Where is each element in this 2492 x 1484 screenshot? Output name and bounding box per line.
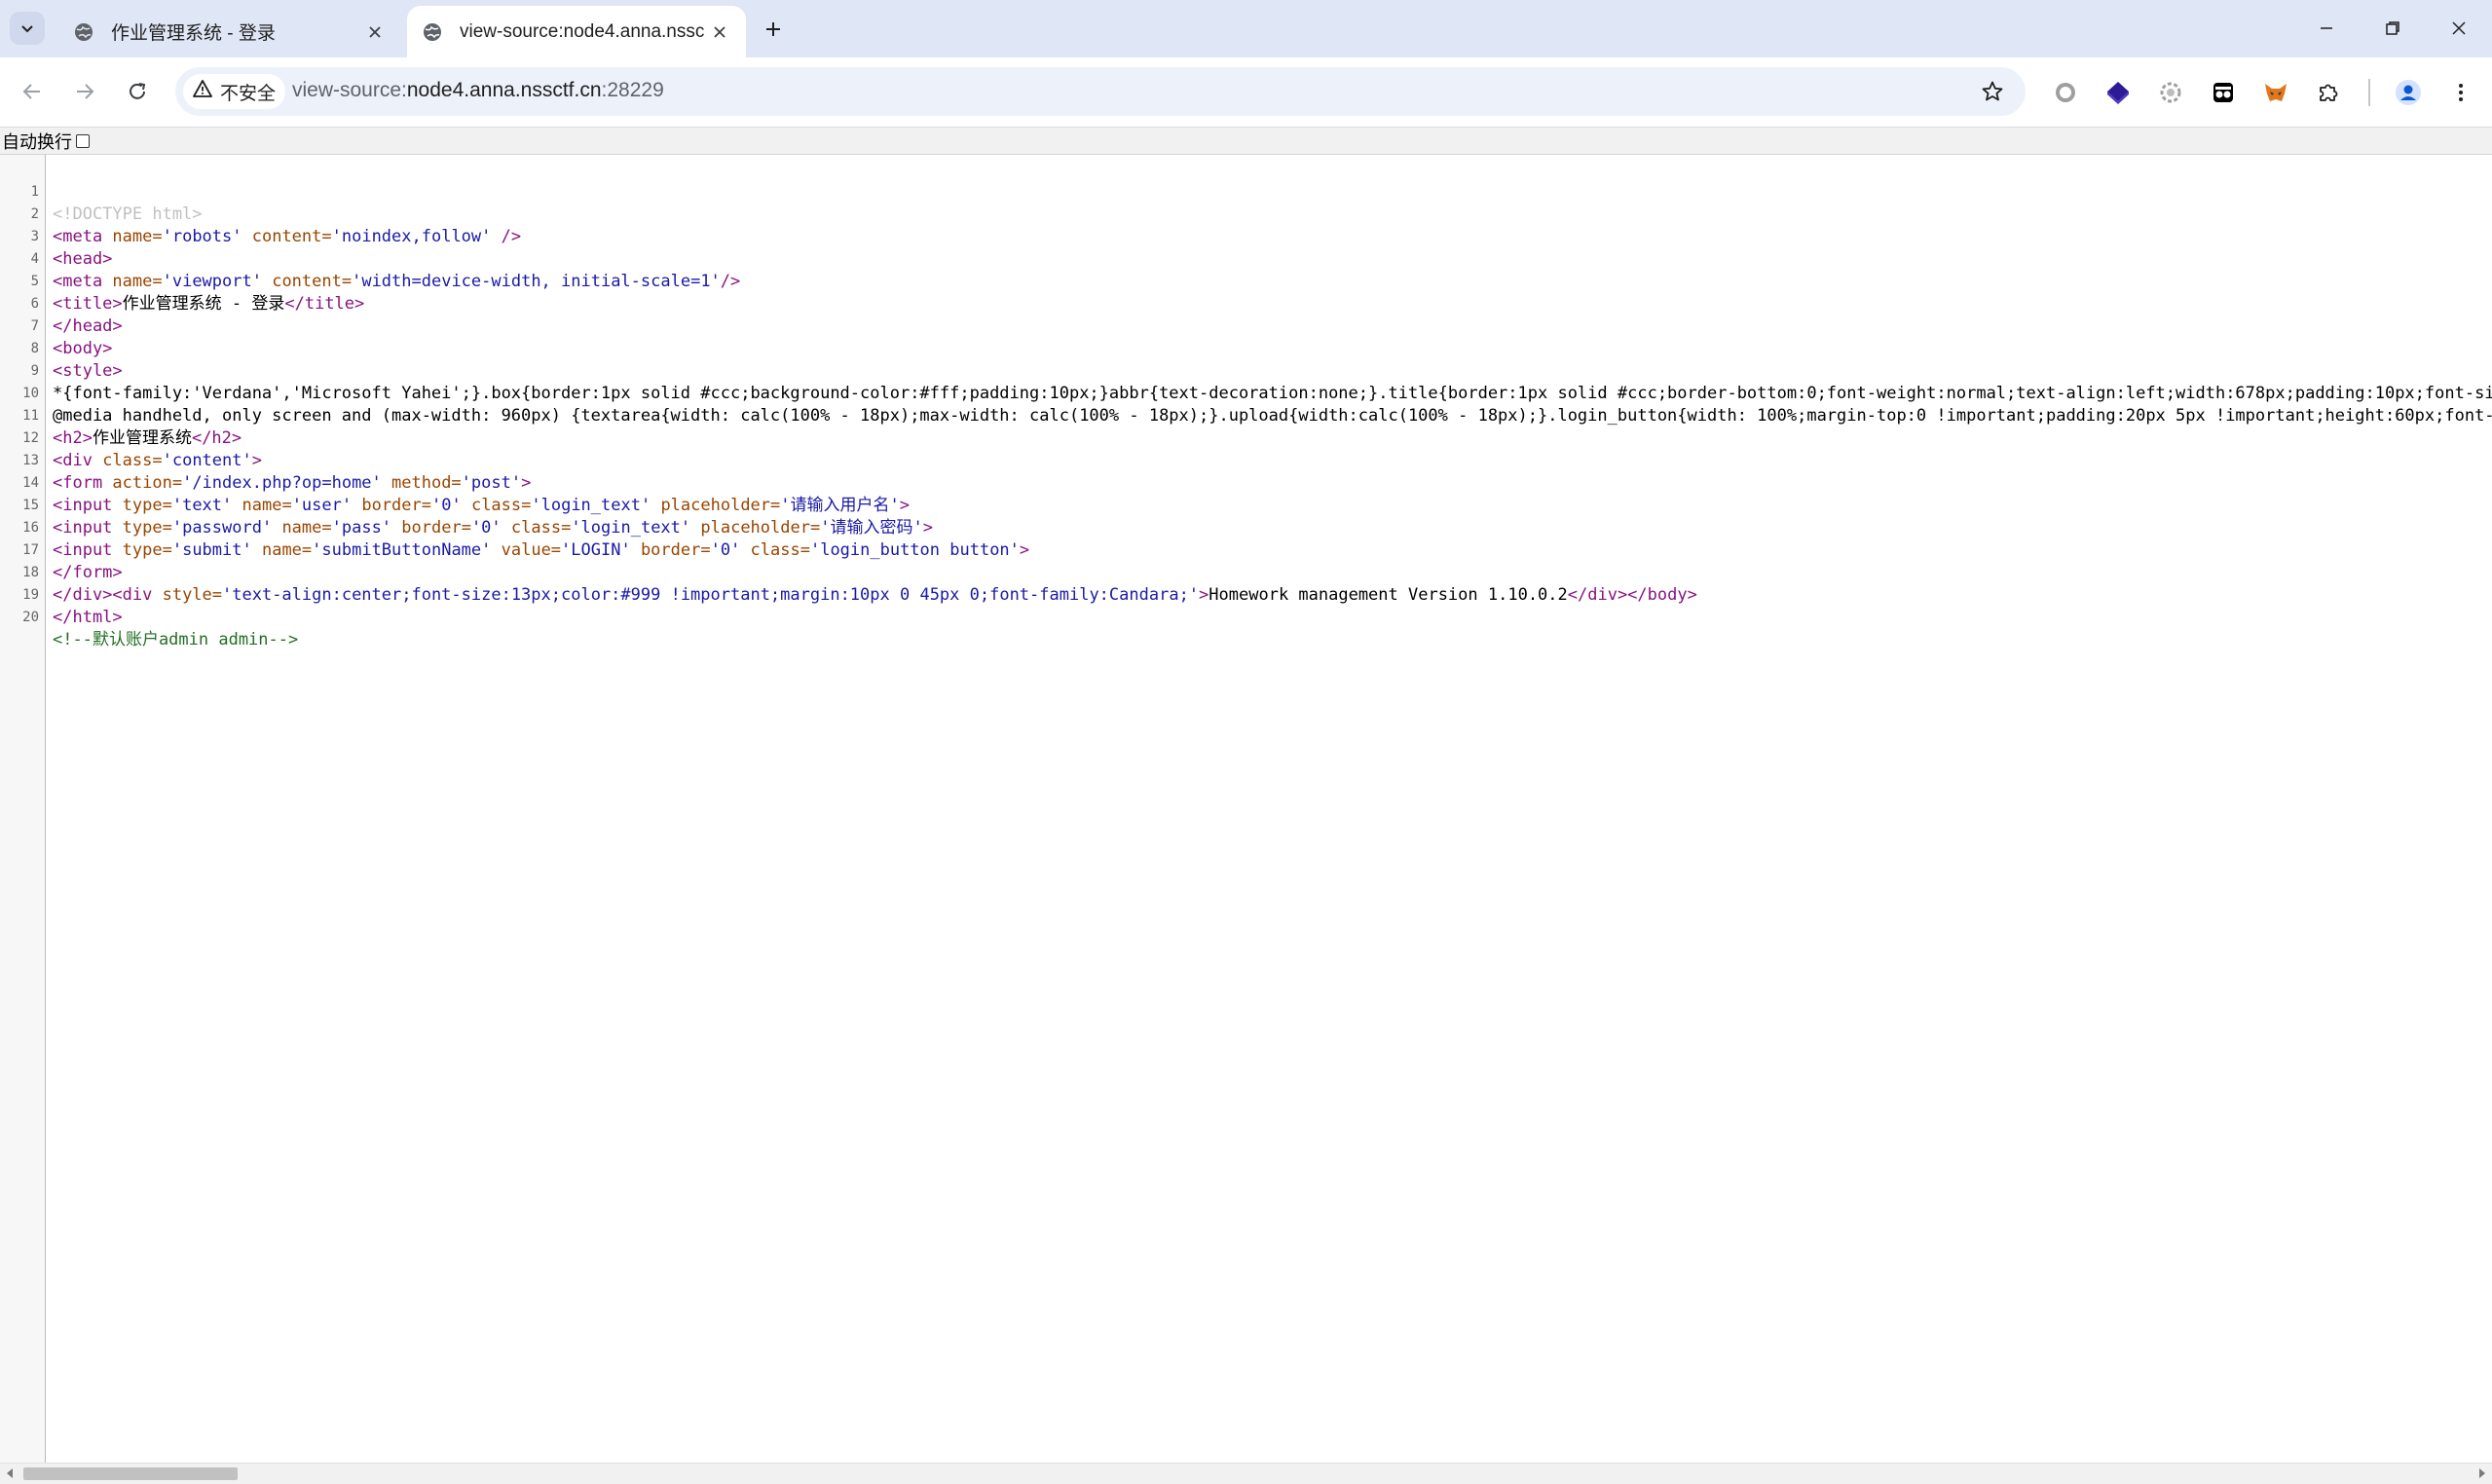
- tab-login-page[interactable]: 作业管理系统 - 登录: [58, 6, 401, 57]
- source-line: 16 <input type='submit' name='submitButt…: [0, 495, 2492, 560]
- tab-title: 作业管理系统 - 登录: [111, 23, 276, 44]
- toolbar-divider: [2368, 79, 2370, 106]
- more-menu-icon[interactable]: [2444, 76, 2477, 109]
- tag: </html>: [53, 608, 123, 627]
- source-line: 3 <head>: [0, 204, 2492, 269]
- scroll-right-arrow-icon[interactable]: [2476, 1467, 2488, 1479]
- restore-icon[interactable]: [2359, 0, 2427, 56]
- line-number: 20: [22, 610, 39, 625]
- source-line: 9 *{font-family:'Verdana','Microsoft Yah…: [0, 338, 2492, 403]
- security-chip[interactable]: 不安全: [183, 74, 286, 109]
- tab-title: view-source:node4.anna.nssc: [460, 20, 705, 42]
- line-wrap-label: 自动换行: [2, 131, 72, 153]
- source-line: 17 </form>: [0, 517, 2492, 582]
- source-code: 1 <!DOCTYPE html> 2 <meta name='robots' …: [0, 159, 2492, 649]
- puzzle-icon[interactable]: [2312, 76, 2345, 109]
- bookmark-star-icon[interactable]: [1977, 76, 2008, 107]
- source-line: 5 <title>作业管理系统 - 登录</title>: [0, 248, 2492, 314]
- source-line: 12 <div class='content'>: [0, 405, 2492, 470]
- incognito-icon[interactable]: [2207, 76, 2240, 109]
- close-window-icon[interactable]: [2425, 0, 2492, 56]
- source-line: 2 <meta name='robots' content='noindex,f…: [0, 181, 2492, 246]
- source-line: 14 <input type='text' name='user' border…: [0, 450, 2492, 515]
- close-icon[interactable]: [705, 18, 734, 47]
- source-line: 18 </div><div style='text-align:center;f…: [0, 539, 2492, 605]
- source-line: 7 <body>: [0, 293, 2492, 358]
- gear-icon[interactable]: [2154, 76, 2187, 109]
- source-line: 8 <style>: [0, 315, 2492, 381]
- reload-icon[interactable]: [119, 73, 156, 110]
- url-prefix: view-source:: [292, 79, 407, 101]
- horizontal-scrollbar[interactable]: [0, 1463, 2492, 1484]
- source-line: 6 </head>: [0, 271, 2492, 336]
- source-line: 11 <h2>作业管理系统</h2>: [0, 383, 2492, 448]
- stack-icon[interactable]: [2101, 76, 2135, 109]
- url-host: node4.anna.nssctf.cn: [406, 79, 602, 101]
- profile-icon[interactable]: [2392, 76, 2425, 109]
- tab-view-source[interactable]: view-source:node4.anna.nssc: [407, 6, 746, 57]
- forward-arrow-icon[interactable]: [66, 73, 103, 110]
- source-line: 20 <!--默认账户admin admin-->: [0, 584, 2492, 649]
- source-line: 1 <!DOCTYPE html>: [0, 159, 2492, 224]
- source-line: 4 <meta name='viewport' content='width=d…: [0, 226, 2492, 291]
- line-wrap-bar: 自动换行: [0, 128, 2492, 155]
- scrollbar-thumb[interactable]: [23, 1467, 238, 1480]
- html-comment: <!--默认账户admin admin-->: [53, 630, 299, 649]
- scroll-left-arrow-icon[interactable]: [4, 1467, 16, 1479]
- tab-search-chevron-icon[interactable]: [10, 12, 45, 45]
- source-line: 13 <form action='/index.php?op=home' met…: [0, 427, 2492, 493]
- url-port: :28229: [601, 79, 664, 101]
- browser-toolbar: 不安全 view-source:node4.anna.nssctf.cn:282…: [0, 57, 2492, 128]
- source-line: 19 </html>: [0, 562, 2492, 627]
- fox-icon[interactable]: [2259, 76, 2292, 109]
- minimize-icon[interactable]: [2292, 0, 2361, 56]
- tab-strip: 作业管理系统 - 登录 view-source:node4.anna.nssc: [0, 0, 2492, 57]
- record-icon[interactable]: [2049, 76, 2082, 109]
- new-tab-plus-icon[interactable]: [758, 14, 789, 45]
- url-text[interactable]: view-source:node4.anna.nssctf.cn:28229: [292, 79, 664, 102]
- address-bar[interactable]: 不安全 view-source:node4.anna.nssctf.cn:282…: [175, 67, 2026, 116]
- close-icon[interactable]: [360, 18, 390, 47]
- source-line: 10 @media handheld, only screen and (max…: [0, 360, 2492, 426]
- globe-icon: [70, 19, 97, 46]
- globe-icon: [419, 19, 446, 46]
- security-label: 不安全: [220, 83, 277, 104]
- source-line: 15 <input type='password' name='pass' bo…: [0, 472, 2492, 538]
- warning-triangle-icon: [193, 79, 212, 104]
- line-wrap-checkbox[interactable]: [76, 133, 90, 148]
- back-arrow-icon[interactable]: [14, 73, 51, 110]
